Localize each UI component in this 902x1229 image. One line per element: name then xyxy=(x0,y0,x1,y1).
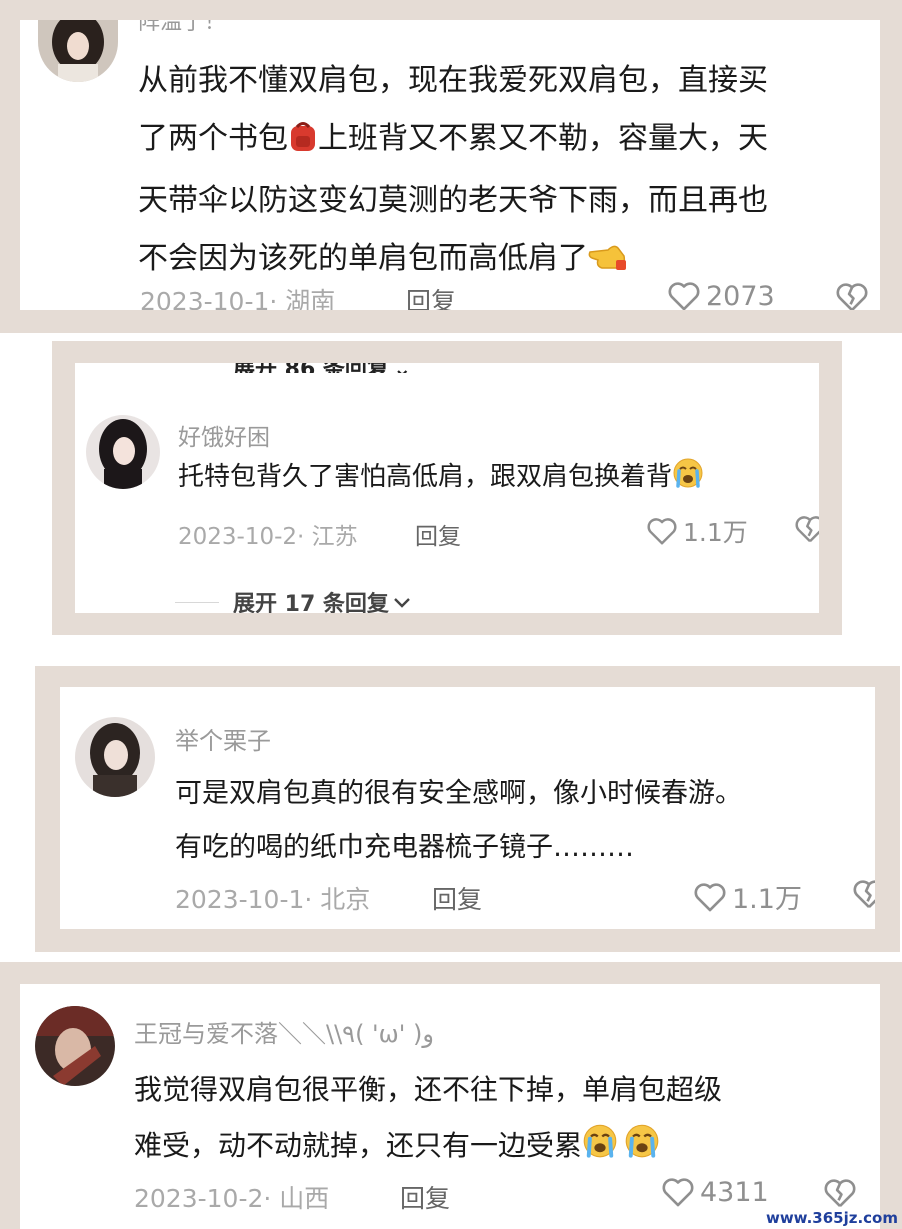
broken-heart-icon[interactable] xyxy=(834,281,870,310)
avatar[interactable] xyxy=(86,415,160,489)
comment-text: 从前我不懂双肩包，现在我爱死双肩包，直接买 了两个书包 上班背又不累又不勒，容量大… xyxy=(138,52,878,292)
comment-text: 我觉得双肩包很平衡，还不往下掉，单肩包超级 难受，动不动就掉，还只有一边受累 xyxy=(134,1062,874,1178)
like-count: 1.1万 xyxy=(732,884,802,915)
screenshot-panel-1: 阵温了！ 从前我不懂双肩包，现在我爱死双肩包，直接买 了两个书包 上班背又不累又不… xyxy=(0,0,902,333)
comment-date-location: 2023-10-2· 江苏 xyxy=(178,524,358,550)
comment-text-line: 难受，动不动就掉，还只有一边受累 xyxy=(134,1118,874,1178)
heart-outline-icon xyxy=(692,881,728,913)
like-button[interactable]: 1.1万 xyxy=(645,513,748,549)
avatar[interactable] xyxy=(75,717,155,797)
heart-outline-icon xyxy=(666,280,702,310)
comment-text-line: 天带伞以防这变幻莫测的老天爷下雨，而且再也 xyxy=(138,183,768,218)
comment-card: 举个栗子 可是双肩包真的很有安全感啊，像小时候春游。 有吃的喝的纸巾充电器梳子镜… xyxy=(60,687,875,929)
comment-date-location: 2023-10-1· 北京 xyxy=(175,885,371,914)
crying-face-emoji xyxy=(672,457,704,501)
reply-button[interactable]: 回复 xyxy=(432,880,482,916)
reply-button[interactable]: 回复 xyxy=(400,1179,450,1215)
like-count: 4311 xyxy=(700,1176,769,1208)
comment-card: 阵温了！ 从前我不懂双肩包，现在我爱死双肩包，直接买 了两个书包 上班背又不累又不… xyxy=(20,20,880,310)
comment-card: 王冠与爱不落＼＼\\٩( 'ω' )و 我觉得双肩包很平衡，还不往下掉，单肩包超… xyxy=(20,984,880,1229)
heart-outline-icon xyxy=(645,516,679,546)
broken-heart-icon[interactable] xyxy=(851,878,875,914)
comment-username[interactable]: 王冠与爱不落＼＼\\٩( 'ω' )و xyxy=(134,1014,434,1049)
screenshot-panel-3: 举个栗子 可是双肩包真的很有安全感啊，像小时候春游。 有吃的喝的纸巾充电器梳子镜… xyxy=(35,666,900,952)
comment-username[interactable]: 阵温了！ xyxy=(138,20,226,36)
like-button[interactable]: 4311 xyxy=(660,1176,769,1208)
comment-text-line: 托特包背久了害怕高低肩，跟双肩包换着背 xyxy=(178,457,818,501)
comment-text-line: 从前我不懂双肩包，现在我爱死双肩包，直接买 xyxy=(138,63,768,98)
backpack-emoji xyxy=(288,114,318,172)
like-button[interactable]: 2073 xyxy=(666,280,775,310)
divider xyxy=(175,601,219,603)
avatar[interactable] xyxy=(35,1006,115,1086)
screenshot-panel-2: 展开 86 条回复⌄ 好饿好困 托特包背久了害怕高低肩，跟双肩包换着背 2023… xyxy=(52,341,842,635)
like-count: 2073 xyxy=(706,280,775,311)
comment-text-line: 了两个书包 上班背又不累又不勒，容量大，天 xyxy=(138,110,878,172)
pointing-hand-emoji xyxy=(588,234,628,292)
reply-button[interactable]: 回复 xyxy=(415,517,461,551)
comment-card: 展开 86 条回复⌄ 好饿好困 托特包背久了害怕高低肩，跟双肩包换着背 2023… xyxy=(75,363,819,613)
comment-username[interactable]: 举个栗子 xyxy=(175,721,271,756)
comment-text-line: 我觉得双肩包很平衡，还不往下掉，单肩包超级 xyxy=(134,1073,723,1106)
comment-text: 托特包背久了害怕高低肩，跟双肩包换着背 xyxy=(178,457,818,501)
comment-text-line: 可是双肩包真的很有安全感啊，像小时候春游。 xyxy=(175,778,742,809)
heart-outline-icon xyxy=(660,1176,696,1208)
comment-text: 可是双肩包真的很有安全感啊，像小时候春游。 有吃的喝的纸巾充电器梳子镜子……… xyxy=(175,767,875,875)
avatar[interactable] xyxy=(38,20,118,82)
broken-heart-icon[interactable] xyxy=(822,1177,858,1213)
chevron-down-icon xyxy=(393,590,411,614)
comment-date-location: 2023-10-1· 湖南 xyxy=(140,287,336,310)
expand-replies-button[interactable]: 展开 17 条回复 xyxy=(175,586,411,613)
crying-face-emoji xyxy=(624,1122,660,1178)
comment-text-line: 有吃的喝的纸巾充电器梳子镜子……… xyxy=(175,832,634,863)
screenshot-panel-4: 王冠与爱不落＼＼\\٩( 'ω' )و 我觉得双肩包很平衡，还不往下掉，单肩包超… xyxy=(0,962,902,1229)
broken-heart-icon[interactable] xyxy=(793,514,819,548)
comment-username[interactable]: 好饿好困 xyxy=(178,418,270,452)
like-count: 1.1万 xyxy=(683,518,748,547)
comment-date-location: 2023-10-2· 山西 xyxy=(134,1184,330,1213)
like-button[interactable]: 1.1万 xyxy=(692,877,802,916)
watermark: www.365jz.com xyxy=(765,1209,898,1227)
crying-face-emoji xyxy=(582,1122,618,1178)
reply-button[interactable]: 回复 xyxy=(406,282,456,310)
expand-replies-button[interactable]: 展开 86 条回复⌄ xyxy=(233,363,411,373)
